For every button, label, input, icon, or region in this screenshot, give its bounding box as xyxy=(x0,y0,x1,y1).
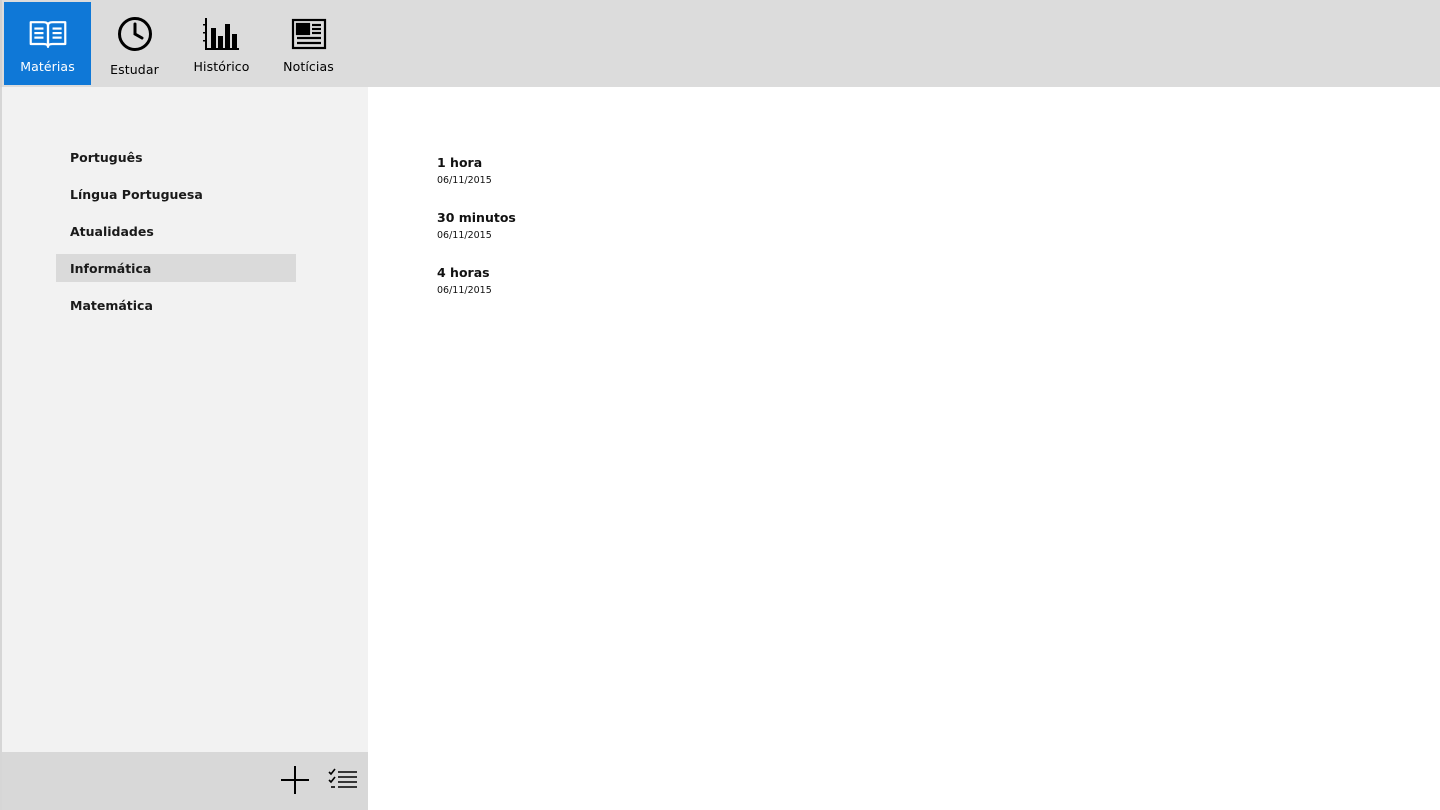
nav-tab-estudar[interactable]: Estudar xyxy=(91,2,178,85)
nav-tab-materias[interactable]: Matérias xyxy=(4,2,91,85)
session-duration: 1 hora xyxy=(437,155,483,170)
nav-tab-label: Estudar xyxy=(110,62,159,77)
multiselect-button[interactable] xyxy=(326,765,360,799)
clock-icon xyxy=(115,16,155,52)
open-book-icon xyxy=(28,16,68,52)
checklist-icon xyxy=(328,768,358,796)
plus-icon xyxy=(280,765,310,799)
session-date: 06/11/2015 xyxy=(437,285,492,296)
nav-tab-noticias[interactable]: Notícias xyxy=(265,2,352,85)
session-item[interactable]: 4 horas 06/11/2015 xyxy=(437,265,516,320)
nav-tab-label: Histórico xyxy=(193,59,250,74)
session-duration: 30 minutos xyxy=(437,210,516,225)
session-item[interactable]: 1 hora 06/11/2015 xyxy=(437,155,516,210)
bar-chart-icon xyxy=(202,16,242,52)
top-navigation-bar: Matérias Estudar Histórico Notícias xyxy=(0,0,1440,87)
newspaper-icon xyxy=(289,16,329,52)
session-date: 06/11/2015 xyxy=(437,230,492,241)
session-item[interactable]: 30 minutos 06/11/2015 xyxy=(437,210,516,265)
subject-list: Português Língua Portuguesa Atualidades … xyxy=(56,143,296,328)
subject-item-selected[interactable]: Informática xyxy=(56,254,296,282)
session-duration: 4 horas xyxy=(437,265,490,280)
subjects-pane: Português Língua Portuguesa Atualidades … xyxy=(0,87,368,810)
subject-item[interactable]: Atualidades xyxy=(56,217,296,245)
subject-item[interactable]: Português xyxy=(56,143,296,171)
add-subject-button[interactable] xyxy=(278,765,312,799)
nav-tab-historico[interactable]: Histórico xyxy=(178,2,265,85)
nav-tab-label: Notícias xyxy=(283,59,334,74)
nav-tab-label: Matérias xyxy=(20,59,75,74)
app-command-bar xyxy=(2,752,368,810)
nav-tabs: Matérias Estudar Histórico Notícias xyxy=(4,2,352,85)
subject-item[interactable]: Língua Portuguesa xyxy=(56,180,296,208)
subject-item[interactable]: Matemática xyxy=(56,291,296,319)
session-list: 1 hora 06/11/2015 30 minutos 06/11/2015 … xyxy=(437,155,516,320)
app-window: Matérias Estudar Histórico Notícias Port… xyxy=(0,0,1440,810)
session-date: 06/11/2015 xyxy=(437,175,492,186)
study-sessions-pane: 1 hora 06/11/2015 30 minutos 06/11/2015 … xyxy=(368,87,1440,810)
